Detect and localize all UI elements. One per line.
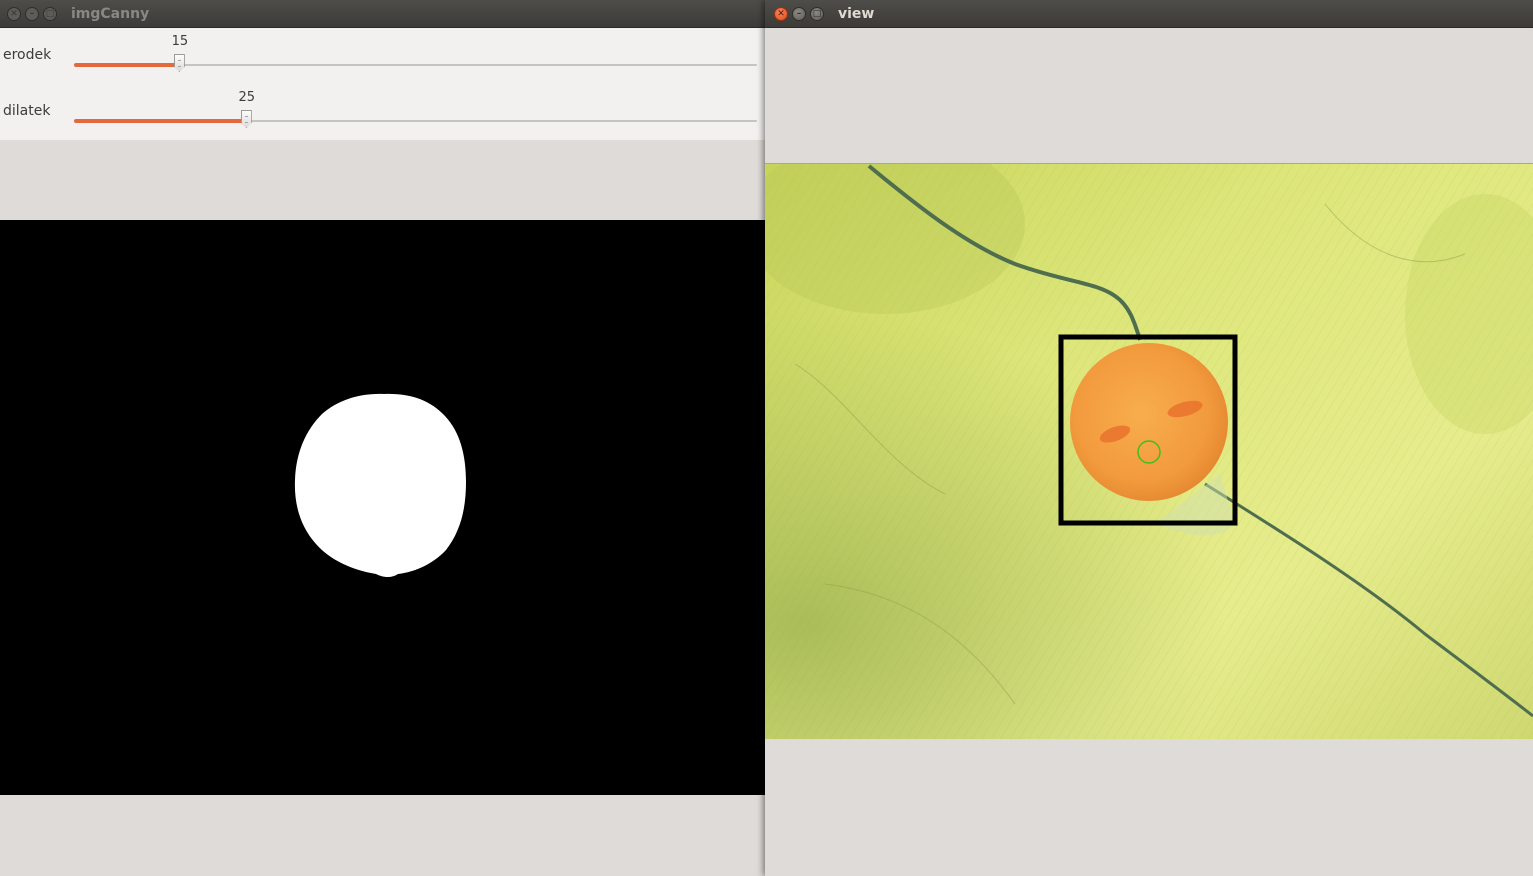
view-titlebar[interactable]: ✕ – □ view (765, 0, 1533, 28)
close-icon[interactable]: ✕ (7, 7, 21, 21)
camera-frame (765, 164, 1533, 739)
detected-object (1070, 343, 1228, 501)
camera-view-image (765, 164, 1533, 739)
slider-thumb[interactable] (240, 110, 252, 128)
trackbar-label: dilatek (3, 103, 51, 119)
maximize-icon[interactable]: □ (810, 7, 824, 21)
trackbar-erodek: erodek 15 (0, 28, 765, 84)
trackbar-value: 15 (171, 34, 189, 49)
slider-track[interactable] (74, 54, 757, 72)
canny-mask-image (0, 220, 765, 795)
trackbar-dilatek: dilatek 25 (0, 84, 765, 140)
close-icon[interactable]: ✕ (774, 7, 788, 21)
trackbar-panel: erodek 15 dilatek 25 (0, 28, 765, 140)
trackbar-value: 25 (238, 90, 256, 105)
minimize-icon[interactable]: – (25, 7, 39, 21)
mask-blob (294, 393, 466, 577)
slider-fill (74, 119, 247, 123)
window-title: view (838, 6, 875, 22)
maximize-icon[interactable]: □ (43, 7, 57, 21)
slider-fill (74, 63, 180, 67)
view-window: ✕ – □ view (765, 0, 1533, 876)
trackbar-label: erodek (3, 47, 52, 63)
minimize-icon[interactable]: – (792, 7, 806, 21)
window-title: imgCanny (71, 6, 150, 22)
imgcanny-window: ✕ – □ imgCanny erodek 15 dilatek 25 (0, 0, 765, 876)
imgcanny-titlebar[interactable]: ✕ – □ imgCanny (0, 0, 765, 28)
slider-track[interactable] (74, 110, 757, 128)
slider-thumb[interactable] (173, 54, 185, 72)
